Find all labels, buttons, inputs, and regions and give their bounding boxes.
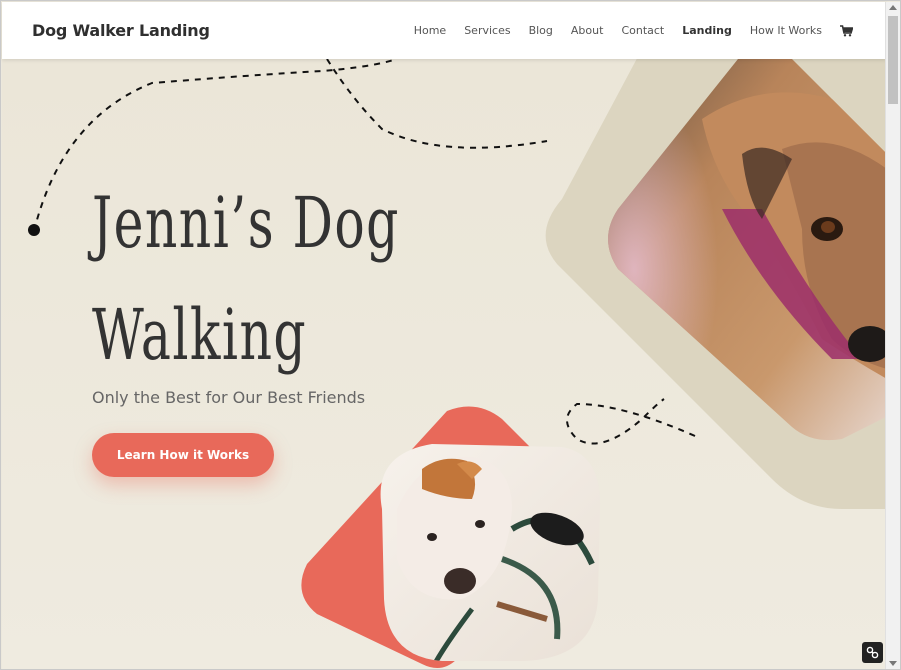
link-icon bbox=[866, 646, 879, 659]
scroll-up-icon[interactable] bbox=[889, 5, 897, 10]
learn-how-button[interactable]: Learn How it Works bbox=[92, 433, 274, 477]
site-header: Dog Walker Landing Home Services Blog Ab… bbox=[2, 2, 887, 59]
nav-services[interactable]: Services bbox=[464, 24, 510, 37]
accessibility-widget-button[interactable] bbox=[862, 642, 883, 663]
nav-landing[interactable]: Landing bbox=[682, 24, 732, 37]
scroll-down-icon[interactable] bbox=[889, 661, 897, 666]
nav-about[interactable]: About bbox=[571, 24, 604, 37]
cart-icon[interactable] bbox=[840, 24, 853, 37]
hero-section: Jenni’s Dog Walking Only the Best for Ou… bbox=[2, 59, 887, 669]
hero-title: Jenni’s Dog Walking bbox=[92, 167, 400, 391]
site-logo-text[interactable]: Dog Walker Landing bbox=[32, 21, 210, 40]
main-nav: Home Services Blog About Contact Landing… bbox=[414, 24, 853, 37]
hero-subtitle: Only the Best for Our Best Friends bbox=[92, 388, 366, 407]
nav-how-it-works[interactable]: How It Works bbox=[750, 24, 822, 37]
scrollbar-thumb[interactable] bbox=[888, 16, 898, 104]
dashed-path-bottom bbox=[566, 398, 696, 445]
nav-blog[interactable]: Blog bbox=[529, 24, 553, 37]
browser-viewport: Dog Walker Landing Home Services Blog Ab… bbox=[0, 0, 901, 670]
hero-title-line-2: Walking bbox=[92, 294, 308, 376]
hero-title-line-1: Jenni’s Dog bbox=[92, 182, 400, 264]
dashed-path-loop bbox=[326, 59, 548, 149]
nav-contact[interactable]: Contact bbox=[621, 24, 664, 37]
nav-home[interactable]: Home bbox=[414, 24, 446, 37]
path-start-dot bbox=[28, 224, 40, 236]
bulldog-photo bbox=[380, 444, 601, 661]
vertical-scrollbar[interactable] bbox=[885, 2, 900, 669]
